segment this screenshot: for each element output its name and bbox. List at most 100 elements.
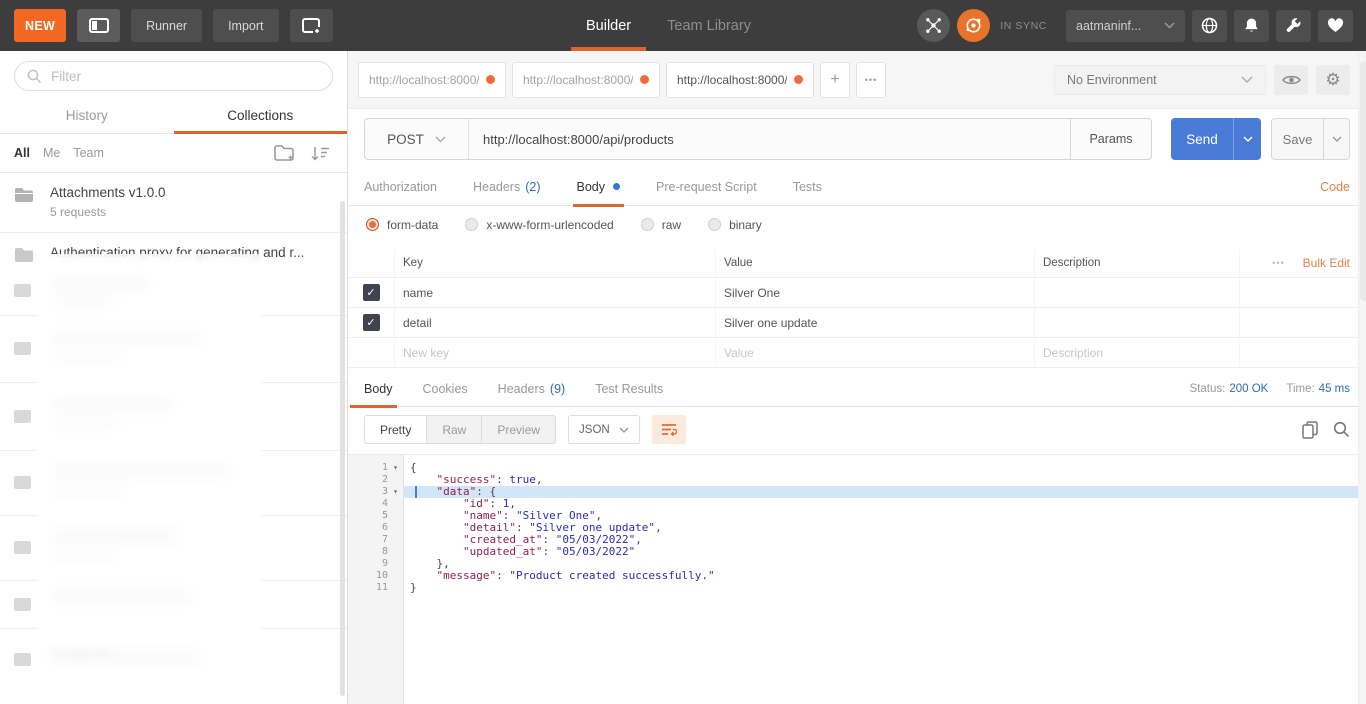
editor-lines[interactable]: { "success": true, "data": { "id": 1, "n… — [404, 455, 1366, 704]
account-dropdown[interactable]: aatmaninf... — [1066, 10, 1185, 42]
key-cell[interactable]: detail — [394, 308, 715, 337]
time-value[interactable]: 45 ms — [1319, 383, 1350, 395]
body-type-row: form-data x-www-form-urlencoded raw bina… — [348, 206, 1366, 243]
community-button[interactable] — [1192, 10, 1227, 42]
save-options-button[interactable] — [1324, 118, 1350, 160]
filter-input[interactable] — [51, 69, 320, 84]
support-button[interactable] — [1318, 10, 1353, 42]
new-key-placeholder[interactable]: New key — [394, 338, 715, 367]
tab-body[interactable]: Body — [577, 168, 621, 206]
top-bar-left: NEW Runner Import — [0, 9, 333, 42]
interceptor-button[interactable] — [917, 9, 950, 42]
code-link[interactable]: Code — [1320, 180, 1350, 194]
bulk-edit-link[interactable]: Bulk Edit — [1303, 256, 1350, 270]
folder-icon — [14, 185, 35, 219]
environment-preview-button[interactable] — [1274, 65, 1308, 95]
add-tab-button[interactable]: + — [820, 62, 850, 98]
save-button[interactable]: Save — [1271, 118, 1324, 160]
body-type-urlencoded[interactable]: x-www-form-urlencoded — [465, 218, 613, 232]
editor-gutter: 1▾23▾4567891011 — [348, 455, 404, 704]
new-window-button[interactable] — [290, 9, 333, 42]
collection-title: Attachments v1.0.0 — [50, 185, 166, 200]
description-cell[interactable] — [1034, 278, 1239, 307]
table-placeholder-row[interactable]: New key Value Description — [348, 338, 1366, 368]
response-body-editor[interactable]: 1▾23▾4567891011 { "success": true, "data… — [348, 454, 1366, 704]
scope-all[interactable]: All — [14, 146, 30, 160]
sort-icon[interactable] — [311, 146, 333, 161]
new-description-placeholder[interactable]: Description — [1034, 338, 1239, 367]
status-label: Status: — [1190, 383, 1226, 395]
response-tab-cookies[interactable]: Cookies — [423, 372, 468, 407]
table-row[interactable]: ✓ name Silver One — [348, 278, 1366, 308]
format-dropdown[interactable]: JSON — [568, 415, 640, 444]
tab-tests[interactable]: Tests — [793, 168, 822, 206]
mode-raw[interactable]: Raw — [427, 416, 482, 443]
runner-button[interactable]: Runner — [131, 9, 202, 42]
tab-headers[interactable]: Headers(2) — [473, 168, 541, 206]
environment-settings-button[interactable]: ⚙ — [1316, 65, 1350, 95]
response-tab-headers[interactable]: Headers(9) — [498, 372, 566, 407]
table-menu-button[interactable]: ••• — [1272, 258, 1284, 268]
value-cell[interactable]: Silver one update — [715, 308, 1034, 337]
request-tab-1[interactable]: http://localhost:8000/ — [358, 62, 506, 98]
request-tab-3-active[interactable]: http://localhost:8000/ — [666, 62, 814, 98]
tab-builder[interactable]: Builder — [586, 0, 631, 51]
sidebar-toggle-button[interactable] — [77, 9, 120, 42]
tab-history[interactable]: History — [0, 97, 174, 133]
editor-line[interactable]: { — [410, 462, 1366, 474]
import-button[interactable]: Import — [213, 9, 278, 42]
mode-preview[interactable]: Preview — [482, 416, 555, 443]
scope-me[interactable]: Me — [43, 146, 60, 160]
tab-collections[interactable]: Collections — [174, 97, 348, 133]
status-value[interactable]: 200 OK — [1229, 383, 1268, 395]
folder-icon — [14, 245, 35, 264]
send-options-button[interactable] — [1233, 118, 1261, 160]
editor-line[interactable]: "success": true, — [410, 474, 1366, 486]
key-cell[interactable]: name — [394, 278, 715, 307]
editor-line[interactable]: "updated_at": "05/03/2022" — [410, 546, 1366, 558]
value-cell[interactable]: Silver One — [715, 278, 1034, 307]
send-button[interactable]: Send — [1171, 118, 1233, 160]
response-tab-body[interactable]: Body — [364, 372, 393, 407]
scope-team[interactable]: Team — [73, 146, 104, 160]
new-folder-icon[interactable] — [274, 145, 295, 162]
url-input[interactable] — [483, 132, 1056, 147]
params-button[interactable]: Params — [1070, 119, 1151, 159]
editor-line[interactable]: } — [410, 582, 1366, 594]
body-type-form-data[interactable]: form-data — [366, 218, 438, 232]
request-tab-2[interactable]: http://localhost:8000/ — [512, 62, 660, 98]
editor-line[interactable]: "message": "Product created successfully… — [410, 570, 1366, 582]
main-scrollbar[interactable] — [1358, 51, 1366, 704]
sidebar-scrollbar[interactable] — [340, 201, 345, 696]
collection-item-attachments[interactable]: Attachments v1.0.0 5 requests — [0, 173, 347, 233]
checkbox-checked-icon[interactable]: ✓ — [363, 284, 380, 301]
editor-line[interactable]: "data": { — [404, 486, 1366, 498]
method-dropdown[interactable]: POST — [365, 119, 469, 159]
table-header-row: Key Value Description ••• Bulk Edit — [348, 249, 1366, 278]
new-button[interactable]: NEW — [14, 9, 66, 42]
sync-status-button[interactable] — [957, 9, 990, 42]
sidebar-tabs: History Collections — [0, 97, 347, 134]
body-type-binary[interactable]: binary — [708, 218, 762, 232]
description-cell[interactable] — [1034, 308, 1239, 337]
body-type-raw[interactable]: raw — [641, 218, 681, 232]
new-value-placeholder[interactable]: Value — [715, 338, 1034, 367]
copy-icon[interactable] — [1302, 421, 1318, 439]
checkbox-checked-icon[interactable]: ✓ — [363, 314, 380, 331]
eye-icon — [1282, 74, 1301, 86]
tab-pre-request-script[interactable]: Pre-request Script — [656, 168, 757, 206]
tab-options-button[interactable]: ••• — [856, 62, 886, 98]
wrap-text-button[interactable] — [652, 415, 686, 444]
tab-authorization[interactable]: Authorization — [364, 168, 437, 206]
tab-team-library[interactable]: Team Library — [667, 0, 751, 51]
bell-icon — [1244, 17, 1259, 34]
mode-pretty[interactable]: Pretty — [365, 416, 427, 443]
notifications-button[interactable] — [1234, 10, 1269, 42]
sidebar-filter[interactable] — [14, 61, 333, 91]
settings-button[interactable] — [1276, 10, 1311, 42]
table-row[interactable]: ✓ detail Silver one update — [348, 308, 1366, 338]
response-tab-test-results[interactable]: Test Results — [595, 372, 663, 407]
search-icon[interactable] — [1333, 421, 1350, 438]
environment-dropdown[interactable]: No Environment — [1054, 65, 1266, 95]
radio-icon — [708, 218, 721, 231]
